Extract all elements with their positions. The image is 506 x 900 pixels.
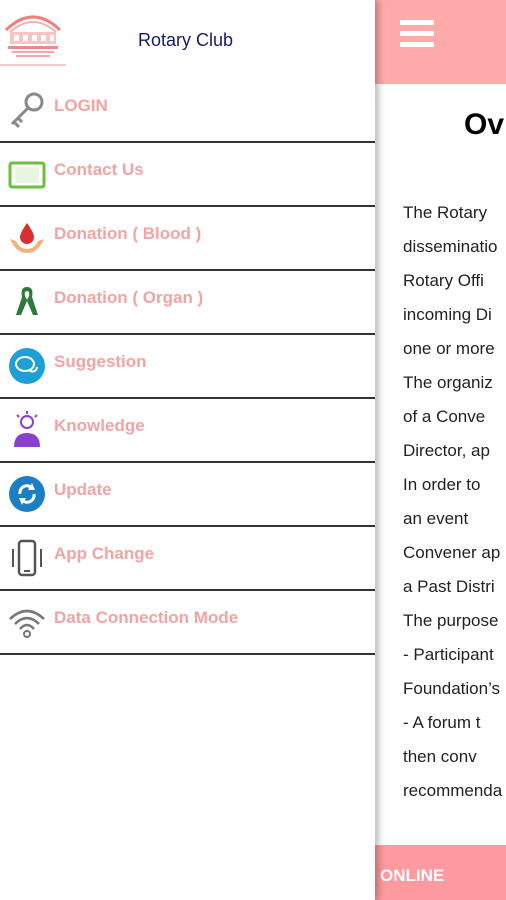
text-line: Convener ap [403, 543, 501, 562]
text-line: an event [403, 509, 469, 528]
text-line: disseminatio [403, 237, 498, 256]
menu-item-knowledge[interactable]: Knowledge [0, 399, 375, 463]
menu-item-label: Update [54, 480, 112, 499]
text-line: incoming Di [403, 305, 492, 324]
overview-text: The Rotary disseminatio Rotary Offi inco… [403, 196, 506, 808]
menu-item-update[interactable]: Update [0, 463, 375, 527]
menu-item-label: Donation ( Blood ) [54, 224, 202, 243]
online-status: ONLINE [380, 866, 445, 885]
text-line: of a Conve [403, 407, 486, 426]
phone-vibrate-icon [12, 539, 42, 577]
menu-item-label: Knowledge [54, 416, 145, 435]
text-line: - Participant [403, 645, 494, 664]
text-line: one or more [403, 339, 495, 358]
ribbon-icon [16, 287, 38, 315]
logo-divider [0, 64, 66, 66]
menu-item-app-change[interactable]: App Change [0, 527, 375, 591]
text-line: Foundation’s [403, 679, 501, 698]
app-title: Rotary Club [138, 30, 234, 50]
lightbulb-person-icon [14, 411, 40, 447]
menu-item-login[interactable]: LOGIN [0, 79, 375, 143]
text-line: The organiz [403, 373, 493, 392]
navigation-drawer: Rotary Club LOGIN Contact Us Donation (… [0, 0, 375, 900]
key-icon [10, 92, 44, 129]
hamburger-menu-icon[interactable] [400, 20, 434, 48]
rotary-logo [4, 15, 62, 57]
menu-item-label: Contact Us [54, 160, 144, 179]
chat-bubbles-icon [9, 348, 45, 384]
wifi-icon [9, 609, 45, 638]
menu-item-label: App Change [54, 544, 155, 563]
drawer-header: Rotary Club [0, 0, 375, 80]
drawer-menu: LOGIN Contact Us Donation ( Blood ) Dona… [0, 79, 375, 655]
menu-item-donation-organ[interactable]: Donation ( Organ ) [0, 271, 375, 335]
refresh-icon [9, 476, 45, 512]
menu-item-label: Suggestion [54, 352, 147, 371]
text-line: The Rotary [403, 203, 488, 222]
text-line: In order to [403, 475, 481, 494]
tablet-icon [8, 161, 46, 189]
menu-item-donation-blood[interactable]: Donation ( Blood ) [0, 207, 375, 271]
menu-item-contact-us[interactable]: Contact Us [0, 143, 375, 207]
text-line: Director, ap [403, 441, 490, 460]
menu-item-label: LOGIN [54, 96, 108, 115]
text-line: then conv [403, 747, 477, 766]
text-line: a Past Distri [403, 577, 495, 596]
blood-drop-hands-icon [10, 223, 44, 253]
text-line: Rotary Offi [403, 271, 484, 290]
menu-item-data-connection-mode[interactable]: Data Connection Mode [0, 591, 375, 655]
text-line: - A forum t [403, 713, 481, 732]
menu-item-label: Donation ( Organ ) [54, 288, 204, 307]
text-line: recommenda [403, 781, 503, 800]
text-line: The purpose [403, 611, 499, 630]
menu-item-suggestion[interactable]: Suggestion [0, 335, 375, 399]
page-title: Ov [464, 108, 505, 141]
menu-item-label: Data Connection Mode [54, 608, 239, 627]
